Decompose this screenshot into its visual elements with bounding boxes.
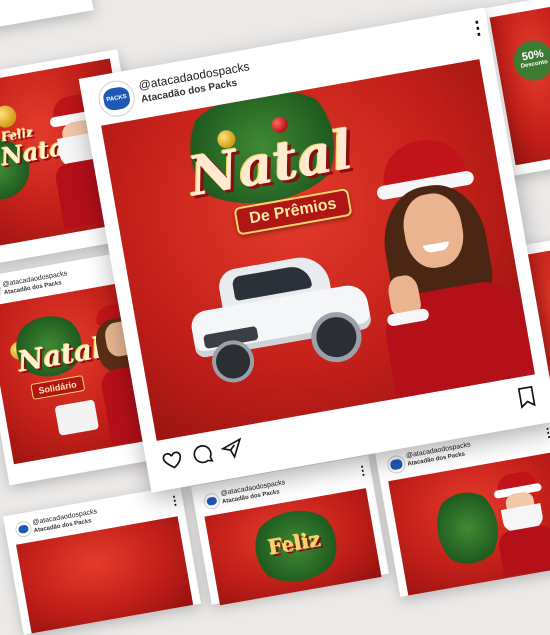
- post-card-top-left: ⋮: [0, 0, 94, 29]
- solidario-banner: Solidário: [30, 375, 84, 400]
- like-button[interactable]: [160, 447, 185, 472]
- avatar[interactable]: [14, 520, 33, 539]
- discount-badge: 50% Desconto: [511, 37, 550, 83]
- post-image[interactable]: Natal De Prêmios: [101, 59, 535, 441]
- more-options-icon[interactable]: ⋮: [467, 17, 488, 38]
- more-options-icon[interactable]: ⋮: [356, 464, 370, 478]
- main-post-card: PACKS @atacadaodospacks Atacadão dos Pac…: [79, 7, 550, 492]
- save-button[interactable]: [515, 384, 539, 409]
- white-suv-car: [183, 247, 376, 380]
- more-options-icon[interactable]: ⋮: [541, 426, 550, 440]
- more-options-icon[interactable]: ⋮: [168, 494, 182, 508]
- avatar[interactable]: [203, 492, 222, 511]
- avatar-logo-text: PACKS: [102, 86, 131, 112]
- santa-figure: [485, 468, 550, 577]
- avatar[interactable]: PACKS: [96, 78, 138, 120]
- avatar[interactable]: [386, 454, 407, 475]
- comment-button[interactable]: [190, 441, 215, 466]
- post-image[interactable]: [388, 451, 550, 596]
- share-icon: [219, 436, 244, 461]
- post-card-bottom-left: @atacadaodospacks Atacadão dos Packs ⋮: [3, 485, 201, 634]
- bookmark-icon: [515, 384, 539, 409]
- heart-icon: [160, 447, 185, 472]
- woman-figure: [348, 127, 535, 409]
- gift-box: [55, 399, 100, 435]
- ornament-icon: [0, 104, 18, 129]
- post-image[interactable]: [16, 516, 193, 633]
- share-button[interactable]: [219, 436, 244, 461]
- post-image[interactable]: Feliz: [204, 488, 381, 605]
- comment-icon: [190, 441, 215, 466]
